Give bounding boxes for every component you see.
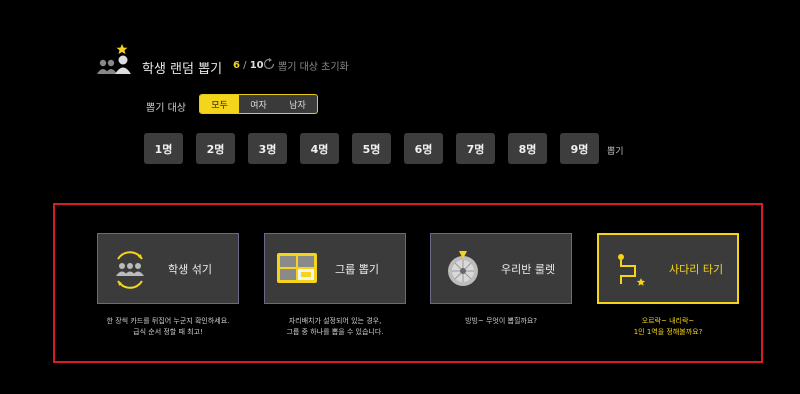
mode-desc-line: 한 장씩 카드를 뒤집어 누군지 확인하세요.	[106, 317, 230, 325]
pick-label: 뽑기	[607, 147, 624, 157]
mode-desc-line: 그룹 중 하나를 뽑을 수 있습니다.	[286, 328, 384, 336]
mode-desc-roulette: 빙빙~ 무엇이 뽑힐까요?	[411, 316, 591, 327]
students-shuffle-icon	[106, 245, 154, 293]
filter-option-all[interactable]: 모두	[200, 95, 239, 113]
count-separator: /	[239, 60, 250, 71]
reset-icon	[263, 58, 275, 73]
mode-desc-ladder: 오르락~ 내리락~ 1인 1역을 정해볼까요?	[578, 316, 758, 338]
mode-label-shuffle: 학생 섞기	[168, 262, 212, 276]
mode-desc-line: 자리배치가 설정되어 있는 경우,	[288, 317, 382, 325]
selection-count: 6 / 10	[233, 60, 264, 71]
pick-9-button[interactable]: 9명	[560, 133, 599, 164]
reset-label: 뽑기 대상 초기화	[278, 62, 349, 73]
roulette-icon	[439, 245, 487, 293]
mode-card-shuffle[interactable]: 학생 섞기	[97, 233, 239, 304]
filter-option-male[interactable]: 남자	[278, 95, 317, 113]
pick-4-button[interactable]: 4명	[300, 133, 339, 164]
mode-desc-line: 1인 1역을 정해볼까요?	[633, 328, 703, 336]
mode-desc-line: 오르락~ 내리락~	[641, 317, 695, 325]
mode-label-ladder: 사다리 타기	[669, 262, 724, 276]
mode-card-ladder[interactable]: 사다리 타기	[597, 233, 739, 304]
mode-desc-group: 자리배치가 설정되어 있는 경우, 그룹 중 하나를 뽑을 수 있습니다.	[245, 316, 425, 338]
pick-7-button[interactable]: 7명	[456, 133, 495, 164]
pick-8-button[interactable]: 8명	[508, 133, 547, 164]
filter-option-female[interactable]: 여자	[239, 95, 278, 113]
group-board-icon	[273, 245, 321, 293]
mode-label-group: 그룹 뽑기	[335, 262, 379, 276]
mode-card-roulette[interactable]: 우리반 룰렛	[430, 233, 572, 304]
pick-6-button[interactable]: 6명	[404, 133, 443, 164]
pick-2-button[interactable]: 2명	[196, 133, 235, 164]
count-total: 10	[249, 60, 264, 71]
pick-5-button[interactable]: 5명	[352, 133, 391, 164]
filter-label: 뽑기 대상	[146, 103, 186, 114]
students-star-icon	[96, 44, 136, 76]
count-current: 6	[233, 60, 240, 71]
mode-card-group[interactable]: 그룹 뽑기	[264, 233, 406, 304]
reset-targets-button[interactable]: 뽑기 대상 초기화	[263, 58, 349, 73]
pick-1-button[interactable]: 1명	[144, 133, 183, 164]
mode-desc-line: 빙빙~ 무엇이 뽑힐까요?	[465, 317, 537, 325]
mode-desc-shuffle: 한 장씩 카드를 뒤집어 누군지 확인하세요. 급식 순서 정할 때 최고!	[78, 316, 258, 338]
pick-3-button[interactable]: 3명	[248, 133, 287, 164]
target-filter: 모두 여자 남자	[199, 94, 318, 114]
mode-label-roulette: 우리반 룰렛	[501, 262, 556, 276]
ladder-icon	[607, 245, 655, 293]
page-title: 학생 랜덤 뽑기	[142, 62, 223, 77]
mode-desc-line: 급식 순서 정할 때 최고!	[133, 328, 203, 336]
